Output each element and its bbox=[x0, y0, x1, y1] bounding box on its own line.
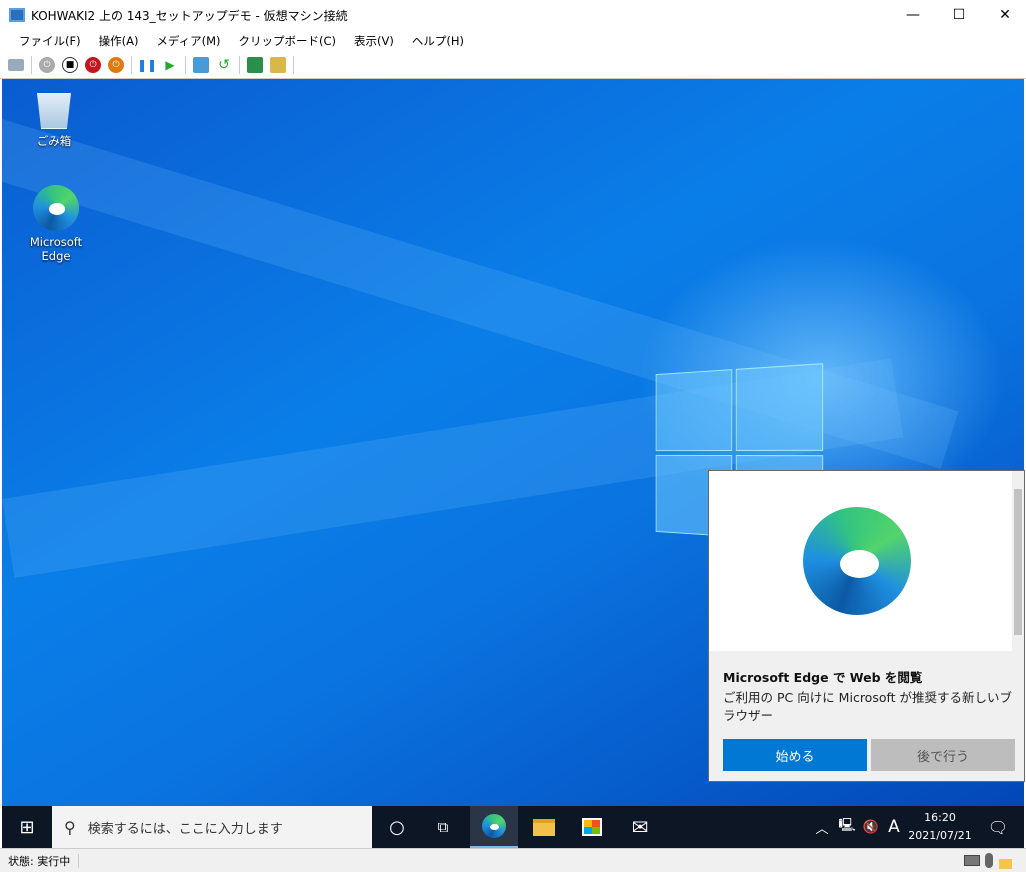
share-icon[interactable] bbox=[270, 57, 286, 73]
pause-icon[interactable]: ❚❚ bbox=[137, 57, 157, 73]
menu-file[interactable]: ファイル(F) bbox=[10, 33, 90, 49]
separator bbox=[78, 853, 80, 868]
taskbar-store[interactable] bbox=[568, 806, 616, 848]
window-title: KOHWAKI2 上の 143_セットアップデモ - 仮想マシン接続 bbox=[31, 8, 348, 23]
edge-icon bbox=[33, 185, 79, 231]
desktop-icon-label: ごみ箱 bbox=[36, 134, 72, 148]
get-started-button[interactable]: 始める bbox=[723, 739, 867, 771]
keyboard-icon bbox=[964, 855, 980, 866]
cortana-icon: ○ bbox=[389, 816, 405, 838]
separator bbox=[239, 56, 240, 74]
taskbar: ⊞ ⚲ 検索するには、ここに入力します ○ ⧉ ✉ ︿ 🖳 🔇 A 16:20 … bbox=[2, 806, 1024, 848]
cortana-button[interactable]: ○ bbox=[374, 806, 420, 848]
scrollbar-thumb[interactable] bbox=[1014, 489, 1022, 635]
resume-icon[interactable]: ▶ bbox=[162, 57, 178, 73]
shutdown-icon[interactable]: ⏻ bbox=[85, 57, 101, 73]
menu-help[interactable]: ヘルプ(H) bbox=[403, 33, 473, 49]
edge-promo-image bbox=[709, 471, 1013, 651]
later-button[interactable]: 後で行う bbox=[871, 739, 1015, 771]
menu-action[interactable]: 操作(A) bbox=[90, 33, 148, 49]
status-bar: 状態: 実行中 bbox=[0, 848, 1026, 872]
desktop-icon-edge[interactable]: Microsoft Edge bbox=[14, 185, 98, 263]
close-button[interactable]: ✕ bbox=[982, 0, 1026, 30]
separator bbox=[185, 56, 186, 74]
ime-indicator[interactable]: A bbox=[884, 806, 904, 848]
scrollbar[interactable] bbox=[1012, 471, 1024, 651]
menu-bar: ファイル(F) 操作(A) メディア(M) クリップボード(C) 表示(V) ヘ… bbox=[0, 30, 1026, 52]
menu-media[interactable]: メディア(M) bbox=[147, 33, 229, 49]
clock[interactable]: 16:20 2021/07/21 bbox=[906, 806, 974, 848]
turn-off-icon[interactable]: ■ bbox=[62, 57, 78, 73]
mail-icon: ✉ bbox=[631, 815, 649, 839]
search-box[interactable]: ⚲ 検索するには、ここに入力します bbox=[52, 806, 372, 848]
taskbar-mail[interactable]: ✉ bbox=[616, 806, 664, 848]
title-bar: KOHWAKI2 上の 143_セットアップデモ - 仮想マシン接続 — ☐ ✕ bbox=[0, 0, 1026, 30]
desktop-icon-recycle-bin[interactable]: ごみ箱 bbox=[14, 89, 94, 149]
ctrl-alt-del-icon[interactable] bbox=[8, 59, 24, 71]
start-icon[interactable]: ⏻ bbox=[39, 57, 55, 73]
volume-muted-icon[interactable]: 🔇 bbox=[860, 806, 882, 848]
minimize-button[interactable]: — bbox=[890, 0, 936, 30]
notification-heading: Microsoft Edge で Web を閲覧 bbox=[723, 670, 923, 685]
checkpoint-icon[interactable] bbox=[193, 57, 209, 73]
separator bbox=[293, 56, 294, 74]
taskbar-explorer[interactable] bbox=[520, 806, 568, 848]
desktop-icon-label: Microsoft Edge bbox=[29, 235, 83, 263]
recycle-bin-icon bbox=[37, 93, 71, 129]
date: 2021/07/21 bbox=[908, 829, 972, 842]
task-view-button[interactable]: ⧉ bbox=[420, 806, 466, 848]
menu-clipboard[interactable]: クリップボード(C) bbox=[230, 33, 346, 49]
search-icon: ⚲ bbox=[64, 817, 76, 837]
status-text: 状態: 実行中 bbox=[8, 854, 71, 868]
mouse-icon bbox=[985, 853, 993, 868]
edge-notification: Microsoft Edge で Web を閲覧 ご利用の PC 向けに Mic… bbox=[708, 470, 1025, 782]
action-center-button[interactable]: 🗨 bbox=[978, 806, 1018, 848]
edge-icon bbox=[482, 814, 506, 838]
network-icon[interactable]: 🖳 bbox=[836, 806, 858, 848]
maximize-button[interactable]: ☐ bbox=[936, 0, 982, 30]
toolbar: ⏻ ■ ⏻ ⏻ ❚❚ ▶ ↺ bbox=[0, 52, 1026, 79]
taskbar-edge[interactable] bbox=[470, 806, 518, 848]
save-icon[interactable]: ⏻ bbox=[108, 57, 124, 73]
lock-icon bbox=[999, 859, 1012, 869]
store-icon bbox=[582, 818, 602, 836]
task-view-icon: ⧉ bbox=[437, 818, 449, 836]
windows-icon: ⊞ bbox=[19, 816, 35, 838]
notification-body: ご利用の PC 向けに Microsoft が推奨する新しいブラウザー bbox=[723, 690, 1013, 723]
chevron-up-icon: ︿ bbox=[815, 821, 829, 837]
menu-view[interactable]: 表示(V) bbox=[345, 33, 403, 49]
revert-icon[interactable]: ↺ bbox=[216, 57, 232, 73]
vm-connect-icon bbox=[9, 8, 25, 22]
time: 16:20 bbox=[924, 811, 956, 824]
separator bbox=[131, 56, 132, 74]
start-button[interactable]: ⊞ bbox=[2, 806, 52, 848]
notification-icon: 🗨 bbox=[987, 817, 1009, 837]
enhanced-session-icon[interactable] bbox=[247, 57, 263, 73]
edge-logo-icon bbox=[803, 507, 911, 615]
separator bbox=[31, 56, 32, 74]
folder-icon bbox=[533, 818, 555, 836]
search-placeholder: 検索するには、ここに入力します bbox=[87, 821, 283, 837]
show-hidden-icons[interactable]: ︿ bbox=[812, 806, 832, 848]
